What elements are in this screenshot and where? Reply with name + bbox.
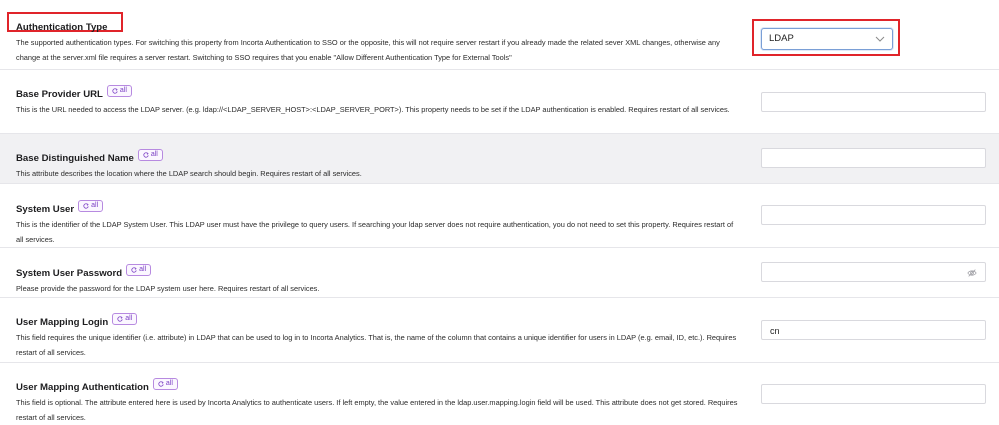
select-value: LDAP bbox=[769, 33, 794, 44]
authentication-type-select[interactable]: LDAP bbox=[761, 28, 893, 50]
user-mapping-login-input[interactable] bbox=[762, 322, 985, 340]
setting-description: This field requires the unique identifie… bbox=[16, 333, 737, 357]
restart-scope-badge: all bbox=[152, 378, 178, 390]
setting-title: System User bbox=[16, 204, 75, 215]
setting-system-user: System User all This is the identifier o… bbox=[0, 184, 999, 248]
refresh-icon bbox=[117, 316, 123, 322]
setting-authentication-type: Authentication Type The supported authen… bbox=[0, 0, 999, 70]
setting-title-wrap: System User all bbox=[16, 200, 104, 216]
badge-label: all bbox=[165, 380, 173, 387]
setting-base-distinguished-name: Base Distinguished Name all This attribu… bbox=[0, 134, 999, 184]
refresh-icon bbox=[112, 88, 118, 94]
setting-description: Please provide the password for the LDAP… bbox=[16, 284, 320, 293]
base-distinguished-name-input[interactable] bbox=[762, 150, 985, 168]
badge-label: all bbox=[125, 315, 133, 322]
refresh-icon bbox=[83, 203, 89, 209]
setting-title-wrap: Base Distinguished Name all bbox=[16, 149, 163, 165]
refresh-icon bbox=[131, 267, 137, 273]
base-provider-url-input[interactable] bbox=[762, 94, 985, 112]
badge-label: all bbox=[91, 202, 99, 209]
system-user-password-field[interactable] bbox=[761, 262, 986, 282]
setting-title-wrap: System User Password all bbox=[16, 264, 152, 280]
setting-title-wrap: User Mapping Authentication all bbox=[16, 378, 178, 394]
setting-description: This is the identifier of the LDAP Syste… bbox=[16, 220, 734, 244]
setting-title: Base Distinguished Name bbox=[16, 153, 134, 164]
restart-scope-badge: all bbox=[78, 200, 104, 212]
restart-scope-badge: all bbox=[106, 85, 132, 97]
restart-scope-badge: all bbox=[126, 264, 152, 276]
setting-title-wrap: Base Provider URL all bbox=[16, 85, 132, 101]
badge-label: all bbox=[119, 87, 127, 94]
user-mapping-login-field[interactable] bbox=[761, 320, 986, 340]
badge-label: all bbox=[139, 266, 147, 273]
setting-title: Base Provider URL bbox=[16, 89, 103, 100]
base-provider-url-field[interactable] bbox=[761, 92, 986, 112]
restart-scope-badge: all bbox=[112, 313, 138, 325]
setting-user-mapping-login: User Mapping Login all This field requir… bbox=[0, 298, 999, 363]
base-distinguished-name-field[interactable] bbox=[761, 148, 986, 168]
restart-scope-badge: all bbox=[137, 149, 163, 161]
refresh-icon bbox=[143, 152, 149, 158]
system-user-field[interactable] bbox=[761, 205, 986, 225]
setting-title: User Mapping Login bbox=[16, 317, 109, 328]
setting-base-provider-url: Base Provider URL all This is the URL ne… bbox=[0, 70, 999, 134]
user-mapping-authentication-field[interactable] bbox=[761, 384, 986, 404]
user-mapping-authentication-input[interactable] bbox=[762, 386, 985, 404]
eye-off-icon[interactable] bbox=[967, 268, 977, 278]
setting-user-mapping-authentication: User Mapping Authentication all This fie… bbox=[0, 363, 999, 425]
chevron-down-icon bbox=[875, 36, 885, 42]
setting-description: This field is optional. The attribute en… bbox=[16, 398, 738, 422]
setting-system-user-password: System User Password all Please provide … bbox=[0, 248, 999, 298]
refresh-icon bbox=[158, 381, 164, 387]
setting-title: Authentication Type bbox=[16, 22, 108, 33]
setting-description: This attribute describes the location wh… bbox=[16, 169, 362, 178]
system-user-input[interactable] bbox=[762, 207, 985, 225]
system-user-password-input[interactable] bbox=[762, 264, 985, 282]
badge-label: all bbox=[150, 151, 158, 158]
setting-title-wrap: User Mapping Login all bbox=[16, 313, 138, 329]
setting-title: System User Password bbox=[16, 268, 123, 279]
setting-description: This is the URL needed to access the LDA… bbox=[16, 105, 730, 114]
settings-list: Authentication Type The supported authen… bbox=[0, 0, 999, 425]
setting-title: User Mapping Authentication bbox=[16, 382, 149, 393]
setting-description: The supported authentication types. For … bbox=[16, 38, 720, 62]
